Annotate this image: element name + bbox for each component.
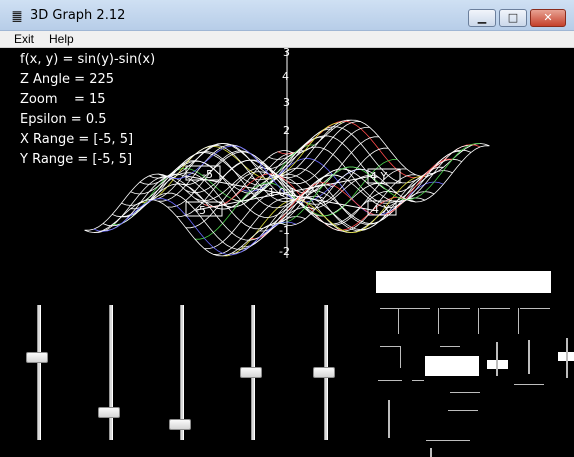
divider bbox=[514, 384, 544, 385]
surface-plot[interactable]: 3 4 3 2 -1 -2 -5 -5 4 Y 4 X 1 0 1 bbox=[0, 48, 574, 457]
divider bbox=[440, 308, 470, 309]
z-tick-neg1: -1 bbox=[279, 224, 290, 237]
slider-track[interactable] bbox=[37, 305, 41, 440]
menu-help[interactable]: Help bbox=[49, 32, 74, 46]
divider bbox=[380, 346, 400, 347]
input-field[interactable] bbox=[376, 271, 551, 293]
divider bbox=[520, 308, 550, 309]
z-angle-label: Z Angle = 225 bbox=[20, 72, 115, 87]
z-tick-3: 3 bbox=[283, 96, 290, 109]
minimize-icon: ▁ bbox=[477, 11, 487, 24]
slider-thumb[interactable] bbox=[313, 367, 335, 378]
divider bbox=[430, 448, 432, 457]
divider bbox=[438, 308, 439, 334]
divider bbox=[412, 380, 424, 381]
divider bbox=[478, 308, 479, 334]
slider-thumb[interactable] bbox=[98, 407, 120, 418]
divider bbox=[440, 346, 460, 347]
epsilon-label: Epsilon = 0.5 bbox=[20, 112, 107, 127]
maximize-icon: □ bbox=[507, 11, 519, 24]
slider-2[interactable] bbox=[98, 305, 124, 440]
mini-slider-track[interactable] bbox=[496, 342, 498, 376]
x-range-label: X Range = [-5, 5] bbox=[20, 132, 134, 147]
divider bbox=[480, 308, 510, 309]
pos-y-label: 4 Y bbox=[370, 170, 387, 183]
mini-slider-track[interactable] bbox=[528, 340, 530, 374]
mini-slider-track[interactable] bbox=[566, 338, 568, 378]
value-box[interactable] bbox=[425, 356, 479, 376]
function-label: f(x, y) = sin(y)-sin(x) bbox=[20, 52, 156, 67]
divider bbox=[398, 308, 399, 334]
center-label: 1 0 1 bbox=[268, 186, 296, 199]
divider bbox=[400, 346, 401, 368]
close-icon: ✕ bbox=[543, 11, 553, 24]
close-button[interactable]: ✕ bbox=[530, 9, 566, 27]
mini-slider-track[interactable] bbox=[388, 400, 390, 438]
menu-exit[interactable]: Exit bbox=[14, 32, 34, 46]
y-range-label: Y Range = [-5, 5] bbox=[20, 152, 133, 167]
divider bbox=[426, 440, 470, 441]
minimize-button[interactable]: ▁ bbox=[468, 9, 496, 27]
slider-thumb[interactable] bbox=[26, 352, 48, 363]
divider bbox=[380, 308, 430, 309]
slider-thumb[interactable] bbox=[169, 419, 191, 430]
divider bbox=[378, 380, 402, 381]
slider-3[interactable] bbox=[169, 305, 195, 440]
neg-y-label: -5 bbox=[195, 204, 206, 217]
zoom-label: Zoom = 15 bbox=[20, 92, 106, 107]
divider bbox=[448, 410, 478, 411]
title-bar[interactable]: ䷀ 3D Graph 2.12 ▁ □ ✕ bbox=[0, 0, 574, 31]
neg-x-label: -5 bbox=[202, 168, 213, 181]
window-title: 3D Graph 2.12 bbox=[30, 8, 126, 23]
slider-1[interactable] bbox=[26, 305, 52, 440]
divider bbox=[518, 308, 519, 334]
z-tick-top: 3 bbox=[283, 48, 290, 59]
z-tick-4: 4 bbox=[282, 70, 289, 83]
slider-5[interactable] bbox=[313, 305, 339, 440]
maximize-button[interactable]: □ bbox=[499, 9, 527, 27]
divider bbox=[450, 392, 480, 393]
menu-bar: Exit Help bbox=[0, 31, 574, 48]
slider-thumb[interactable] bbox=[240, 367, 262, 378]
pos-x-label: 4 X bbox=[372, 203, 390, 216]
slider-4[interactable] bbox=[240, 305, 266, 440]
app-icon: ䷀ bbox=[11, 9, 23, 23]
z-tick-2: 2 bbox=[283, 124, 290, 137]
slider-track[interactable] bbox=[109, 305, 113, 440]
z-tick-neg2: -2 bbox=[279, 245, 290, 258]
